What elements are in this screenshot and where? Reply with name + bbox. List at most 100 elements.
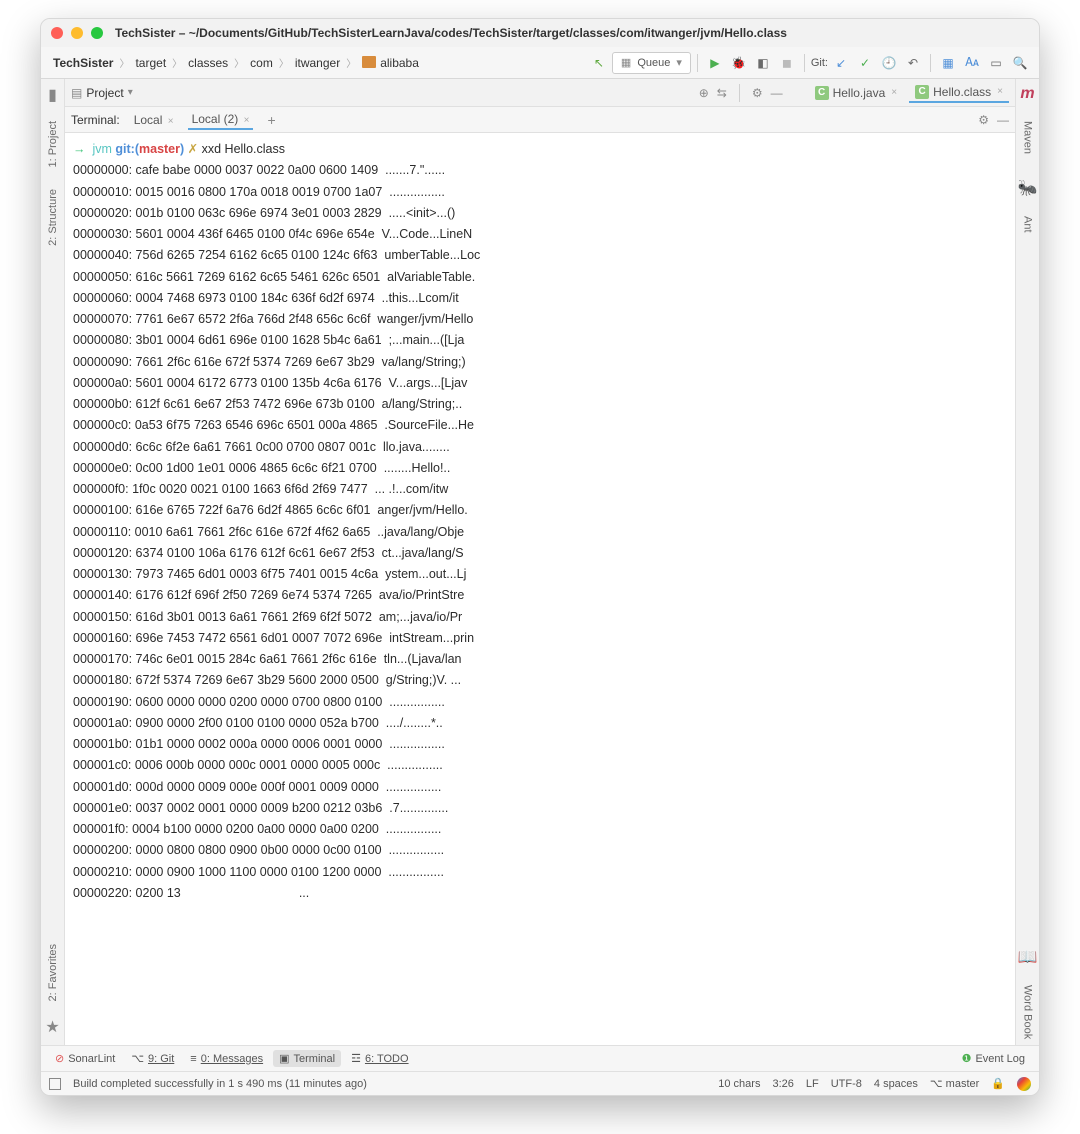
run-button[interactable]: ▶ [704,52,726,74]
terminal-tab[interactable]: Local × [130,111,178,129]
list-icon: ≡ [190,1053,196,1065]
star-icon: ★ [45,1017,59,1037]
folder-icon: ▮ [48,85,57,105]
breadcrumb[interactable]: com [246,54,277,72]
status-bar: Build completed successfully in 1 s 490 … [41,1071,1039,1095]
right-tool-rail: m Maven 🐜 Ant 📖 Word Book [1015,79,1039,1045]
hide-button[interactable]: — [997,113,1009,127]
new-terminal-button[interactable]: + [263,112,279,128]
minimize-window-button[interactable] [71,27,83,39]
todo-button[interactable]: ☲6: TODO [345,1050,414,1067]
class-icon: C [915,85,929,99]
close-tab-button[interactable]: × [889,87,897,98]
translate-button[interactable]: 🗛 [961,52,983,74]
terminal-output[interactable]: → jvm git:(master) ✗ xxd Hello.class 000… [65,133,1015,1045]
navigation-breadcrumbs: TechSister〉 target〉 classes〉 com〉 itwang… [49,54,423,72]
git-pull-button[interactable]: ↙ [830,52,852,74]
chevron-right-icon: 〉 [232,55,246,70]
git-tool-button[interactable]: ⌥9: Git [125,1050,180,1067]
editor-tab[interactable]: CHello.java× [809,84,904,102]
project-icon: ▤ [71,86,82,100]
chevron-right-icon: 〉 [344,55,358,70]
terminal-tabs-bar: Terminal: Local × Local (2) × + ⚙ — [65,107,1015,133]
project-structure-button[interactable]: ▦ [937,52,959,74]
info-icon: ❶ [962,1052,972,1065]
debug-button[interactable]: 🐞 [728,52,750,74]
breadcrumb[interactable]: itwanger [291,54,344,72]
git-history-button[interactable]: 🕘 [878,52,900,74]
terminal-button[interactable]: ▣Terminal [273,1050,341,1067]
window-title: TechSister – ~/Documents/GitHub/TechSist… [103,26,1029,40]
git-revert-button[interactable]: ↶ [902,52,924,74]
google-icon[interactable] [1017,1077,1031,1091]
left-tool-rail: ▮ 1: Project 2: Structure 2: Favorites ★ [41,79,65,1045]
editor-tabs: CHello.java× CHello.class× [809,83,1009,103]
coverage-button[interactable]: ◧ [752,52,774,74]
close-tab-button[interactable]: × [166,116,174,127]
maven-tool-tab[interactable]: Maven [1020,115,1036,160]
terminal-label: Terminal: [71,113,120,127]
close-window-button[interactable] [51,27,63,39]
terminal-icon: ▣ [279,1052,289,1065]
zoom-window-button[interactable] [91,27,103,39]
folder-icon [362,56,376,68]
bottom-tool-bar: ⊘SonarLint ⌥9: Git ≡0: Messages ▣Termina… [41,1045,1039,1071]
chevron-down-icon: ▾ [128,87,133,98]
favorites-tool-tab[interactable]: 2: Favorites [45,938,61,1007]
main-toolbar: TechSister〉 target〉 classes〉 com〉 itwang… [41,47,1039,79]
maven-icon: m [1020,85,1034,103]
close-tab-button[interactable]: × [995,86,1003,97]
project-view-selector[interactable]: ▤ Project ▾ [71,86,133,100]
breadcrumb[interactable]: TechSister [49,54,117,72]
event-log-button[interactable]: ❶Event Log [956,1050,1031,1067]
editor-tab[interactable]: CHello.class× [909,83,1009,103]
title-bar: TechSister – ~/Documents/GitHub/TechSist… [41,19,1039,47]
cursor-position[interactable]: 3:26 [772,1078,793,1090]
file-encoding[interactable]: UTF-8 [831,1078,862,1090]
chevron-right-icon: 〉 [170,55,184,70]
chevron-right-icon: 〉 [277,55,291,70]
breadcrumb[interactable]: classes [184,54,232,72]
gear-icon[interactable]: ⚙ [752,86,763,100]
branch-icon: ⌥ [131,1052,144,1065]
terminal-tab[interactable]: Local (2) × [188,110,254,130]
ide-window: TechSister – ~/Documents/GitHub/TechSist… [40,18,1040,1096]
class-icon: C [815,86,829,100]
run-config-selector[interactable]: ▦Queue▾ [612,52,691,74]
search-button[interactable]: 🔍 [1009,52,1031,74]
forbidden-icon: ⊘ [55,1052,64,1065]
checklist-icon: ☲ [351,1052,361,1065]
window-controls [51,27,103,39]
selection-info: 10 chars [718,1078,760,1090]
structure-tool-tab[interactable]: 2: Structure [45,183,61,252]
git-branch-widget[interactable]: ⌥ master [930,1077,979,1090]
project-header-row: ▤ Project ▾ ⊕ ⇆ ⚙ — CHello.java× CHello.… [65,79,1015,107]
wordbook-tool-tab[interactable]: Word Book [1020,979,1036,1045]
breadcrumb[interactable]: alibaba [358,54,423,72]
hide-button[interactable]: — [771,86,783,100]
toggle-tool-windows-button[interactable] [49,1078,61,1090]
ant-tool-tab[interactable]: Ant [1020,210,1036,239]
git-commit-button[interactable]: ✓ [854,52,876,74]
project-tool-tab[interactable]: 1: Project [45,115,61,173]
book-icon: 📖 [1018,947,1038,967]
close-tab-button[interactable]: × [242,115,250,126]
build-status: Build completed successfully in 1 s 490 … [73,1078,367,1090]
lock-icon[interactable]: 🔒 [991,1077,1005,1090]
gear-icon[interactable]: ⚙ [978,113,989,127]
stop-button[interactable]: ◼ [776,52,798,74]
locate-button[interactable]: ⊕ [699,86,709,100]
back-button[interactable]: ↖ [588,52,610,74]
messages-button[interactable]: ≡0: Messages [184,1051,269,1067]
xxd-output: 00000000: cafe babe 0000 0037 0022 0a00 … [73,163,480,900]
ide-settings-button[interactable]: ▭ [985,52,1007,74]
sonarlint-button[interactable]: ⊘SonarLint [49,1050,121,1067]
indent-info[interactable]: 4 spaces [874,1078,918,1090]
branch-icon: ⌥ [930,1078,943,1090]
git-label: Git: [811,57,828,69]
collapse-button[interactable]: ⇆ [717,86,727,100]
chevron-right-icon: 〉 [117,55,131,70]
line-ending[interactable]: LF [806,1078,819,1090]
breadcrumb[interactable]: target [131,54,170,72]
ant-icon: 🐜 [1018,178,1038,198]
